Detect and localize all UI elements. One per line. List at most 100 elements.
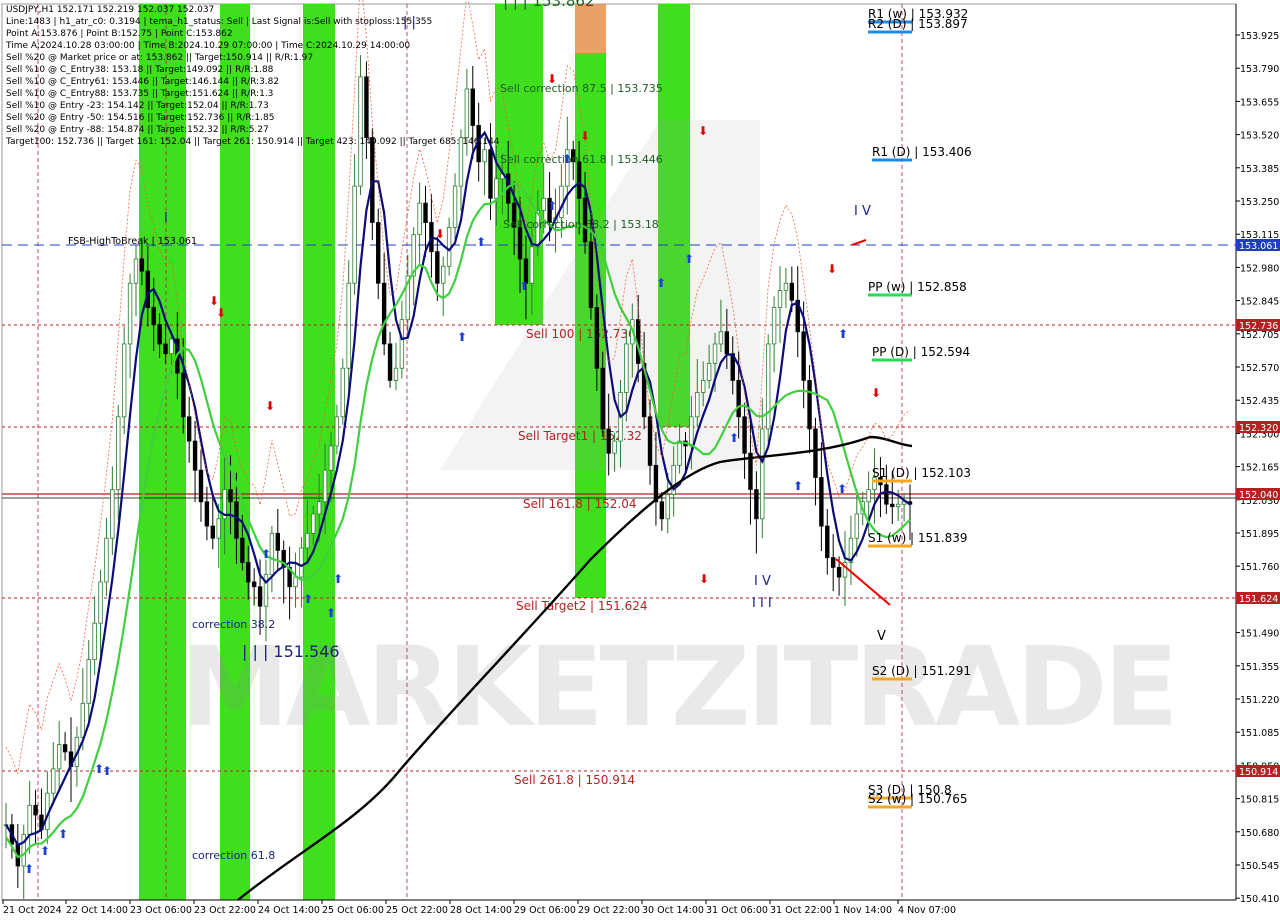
info-line: USDJPY,H1 152.171 152.219 152.037 152.03… xyxy=(6,5,215,15)
chart-annotation: Sell correction 87.5 | 153.735 xyxy=(500,82,663,95)
buy-arrow-icon: ⬆ xyxy=(333,572,343,586)
buy-arrow-icon: ⬆ xyxy=(837,482,847,496)
price-tick-label: 150.815 xyxy=(1240,795,1279,806)
candle-body xyxy=(393,367,399,381)
time-tick-label: 1 Nov 14:00 xyxy=(834,905,892,916)
price-tag-label: 150.914 xyxy=(1239,767,1278,778)
candle-body xyxy=(98,581,103,624)
candle-body xyxy=(895,503,901,508)
candle-body xyxy=(435,251,440,284)
pivot-label: PP (w) | 152.858 xyxy=(868,280,967,294)
candle-body xyxy=(116,416,121,491)
candle-body xyxy=(228,489,233,503)
buy-arrow-icon: ⬆ xyxy=(656,276,666,290)
time-tick-label: 23 Oct 22:00 xyxy=(194,905,256,916)
candle-body xyxy=(163,343,168,355)
time-tick-label: 28 Oct 14:00 xyxy=(450,905,512,916)
time-tick-label: 21 Oct 2024 xyxy=(3,905,62,916)
time-tick-label: 4 Nov 07:00 xyxy=(898,905,956,916)
price-tick-label: 151.760 xyxy=(1240,562,1279,573)
time-tick-label: 24 Oct 14:00 xyxy=(258,905,320,916)
time-tick-label: 29 Oct 06:00 xyxy=(514,905,576,916)
candle-body xyxy=(33,804,38,816)
candle-body xyxy=(169,338,174,355)
candle-body xyxy=(104,537,109,583)
price-tick-label: 153.520 xyxy=(1240,131,1279,142)
price-tag-label: 152.736 xyxy=(1239,321,1278,332)
candle-body xyxy=(736,379,741,418)
candle-body xyxy=(600,367,605,430)
candle-body xyxy=(198,469,204,503)
candle-body xyxy=(293,576,298,588)
price-tick-label: 151.895 xyxy=(1240,529,1279,540)
price-tick-label: 151.490 xyxy=(1240,629,1279,640)
candle-body xyxy=(701,379,706,393)
price-tick-label: 152.980 xyxy=(1240,263,1279,274)
price-tick-label: 152.435 xyxy=(1240,396,1279,407)
candle-body xyxy=(417,202,422,236)
time-tick-label: 25 Oct 06:00 xyxy=(322,905,384,916)
buy-arrow-icon: ⬆ xyxy=(102,764,112,778)
candle-body xyxy=(216,518,221,539)
buy-arrow-icon: ⬆ xyxy=(562,152,572,166)
candle-body xyxy=(783,282,789,291)
candle-body xyxy=(724,331,730,355)
candle-body xyxy=(139,258,145,272)
price-tick-label: 152.570 xyxy=(1240,363,1279,374)
candle-body xyxy=(322,469,328,503)
candle-body xyxy=(340,367,345,418)
buy-arrow-icon: ⬆ xyxy=(58,827,68,841)
candle-body xyxy=(594,307,600,369)
candle-body xyxy=(370,137,375,223)
candle-body xyxy=(251,581,257,588)
buy-arrow-icon: ⬆ xyxy=(326,606,336,620)
candle-body xyxy=(246,562,251,583)
info-line: Sell %20 @ Entry -50: 154.516 || Target:… xyxy=(6,113,275,123)
time-tick-label: 31 Oct 06:00 xyxy=(706,905,768,916)
candle-body xyxy=(441,265,446,284)
candle-body xyxy=(181,372,186,418)
sell-arrow-icon: ⬇ xyxy=(698,124,708,138)
candle-body xyxy=(612,440,617,454)
info-line: Line:1483 | h1_atr_c0: 0.3194 | tema_h1_… xyxy=(6,17,433,27)
candle-body xyxy=(813,428,818,478)
chart-annotation: Sell correction 38.2 | 153.18 xyxy=(503,218,659,231)
info-line: Sell %10 @ C_Entry88: 153.735 || Target:… xyxy=(6,89,274,99)
info-line: Sell %20 @ Market price or at: 153.862 |… xyxy=(6,53,314,63)
candle-body xyxy=(257,586,263,607)
candle-body xyxy=(760,428,765,520)
level-label: Sell 261.8 | 150.914 xyxy=(514,773,635,787)
highlight-zone xyxy=(575,4,606,53)
buy-arrow-icon: ⬆ xyxy=(793,479,803,493)
level-label: Sell Target2 | 151.624 xyxy=(516,599,648,613)
info-line: Sell %10 @ Entry -23: 154.142 || Target:… xyxy=(6,101,269,111)
candle-body xyxy=(346,282,351,369)
price-tick-label: 153.790 xyxy=(1240,64,1279,75)
candle-body xyxy=(423,202,428,223)
candle-body xyxy=(777,290,783,308)
candle-body xyxy=(27,804,32,835)
candle-body xyxy=(234,501,239,539)
candle-body xyxy=(240,537,245,563)
time-tick-label: 23 Oct 06:00 xyxy=(130,905,192,916)
candle-body xyxy=(51,768,56,794)
buy-arrow-icon: ⬆ xyxy=(476,235,486,249)
price-tick-label: 153.925 xyxy=(1240,31,1279,42)
candle-body xyxy=(376,222,381,284)
sell-arrow-icon: ⬇ xyxy=(547,72,557,86)
candle-body xyxy=(56,744,62,770)
candle-body xyxy=(624,343,629,393)
wave-mark: I V xyxy=(754,574,771,589)
candle-body xyxy=(86,659,91,704)
chart-annotation: correction 61.8 xyxy=(192,849,275,862)
candle-body xyxy=(718,331,724,345)
pivot-label: S1 (w) | 151.839 xyxy=(868,531,968,545)
price-tick-label: 151.220 xyxy=(1240,695,1279,706)
candle-body xyxy=(452,185,458,228)
candle-body xyxy=(204,501,210,527)
candle-body xyxy=(771,307,777,345)
candle-body xyxy=(62,744,68,753)
time-tick-label: 25 Oct 22:00 xyxy=(386,905,448,916)
buy-arrow-icon: ⬆ xyxy=(684,252,694,266)
candle-body xyxy=(299,547,304,578)
